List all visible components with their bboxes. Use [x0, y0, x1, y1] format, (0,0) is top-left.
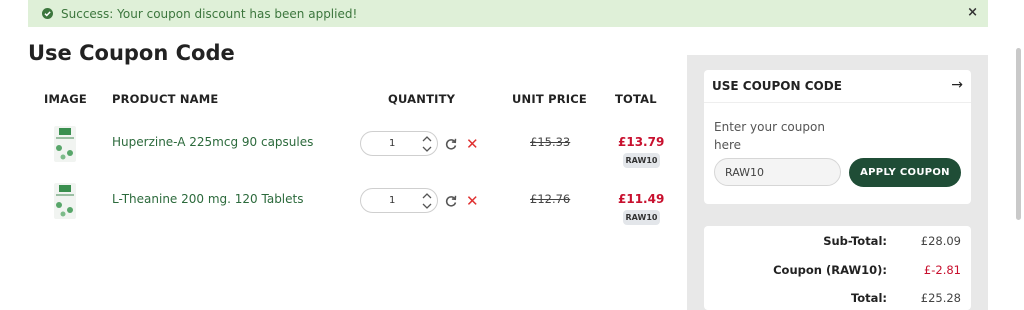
scrollbar[interactable] [1016, 48, 1021, 220]
coupon-discount-label: Coupon (RAW10): [773, 263, 887, 277]
coupon-input[interactable] [714, 158, 841, 186]
product-name-link[interactable]: Huperzine-A 225mcg 90 capsules [112, 135, 313, 149]
page-title: Use Coupon Code [28, 41, 235, 65]
coupon-card: USE COUPON CODE → Enter your coupon here… [704, 70, 971, 204]
quantity-spinner-icon[interactable] [421, 190, 433, 212]
refresh-icon[interactable] [444, 194, 458, 208]
product-thumbnail[interactable] [50, 124, 80, 164]
line-total: £13.79 [618, 135, 665, 149]
order-totals: Sub-Total: £28.09 Coupon (RAW10): £-2.81… [704, 226, 971, 310]
close-alert-button[interactable]: × [967, 5, 978, 20]
line-total: £11.49 [618, 192, 665, 206]
subtotal-value: £28.09 [920, 234, 961, 248]
quantity-value[interactable]: 1 [389, 138, 395, 149]
header-quantity: QUANTITY [388, 92, 456, 106]
table-row: Huperzine-A 225mcg 90 capsules 1 ✕ £15.3… [0, 116, 680, 176]
table-row: L-Theanine 200 mg. 120 Tablets 1 ✕ £12.7… [0, 173, 680, 233]
refresh-icon[interactable] [444, 137, 458, 151]
subtotal-label: Sub-Total: [823, 234, 887, 248]
quantity-stepper[interactable]: 1 [360, 188, 438, 213]
header-unit-price: UNIT PRICE [512, 92, 587, 106]
total-label: Total: [850, 291, 887, 305]
header-product-name: PRODUCT NAME [112, 92, 219, 106]
total-value: £25.28 [920, 291, 961, 305]
quantity-stepper[interactable]: 1 [360, 131, 438, 156]
alert-message: Success: Your coupon discount has been a… [61, 6, 358, 21]
quantity-spinner-icon[interactable] [421, 133, 433, 155]
success-alert: Success: Your coupon discount has been a… [28, 0, 988, 27]
coupon-input-label: Enter your coupon here [714, 120, 825, 152]
product-name-link[interactable]: L-Theanine 200 mg. 120 Tablets [112, 192, 303, 206]
remove-item-button[interactable]: ✕ [466, 137, 479, 152]
unit-price: £12.76 [530, 192, 571, 206]
product-thumbnail[interactable] [50, 181, 80, 221]
quantity-value[interactable]: 1 [389, 195, 395, 206]
apply-coupon-button[interactable]: APPLY COUPON [849, 158, 961, 187]
coupon-card-header[interactable]: USE COUPON CODE → [704, 70, 971, 103]
coupon-badge: RAW10 [623, 210, 660, 225]
remove-item-button[interactable]: ✕ [466, 194, 479, 209]
coupon-discount-value: £-2.81 [923, 263, 961, 277]
header-image: IMAGE [44, 92, 87, 106]
arrow-right-icon[interactable]: → [951, 77, 963, 93]
coupon-badge: RAW10 [623, 153, 660, 168]
unit-price: £15.33 [530, 135, 571, 149]
check-circle-icon [42, 8, 53, 19]
coupon-card-title: USE COUPON CODE [712, 79, 842, 93]
header-total: TOTAL [615, 92, 657, 106]
